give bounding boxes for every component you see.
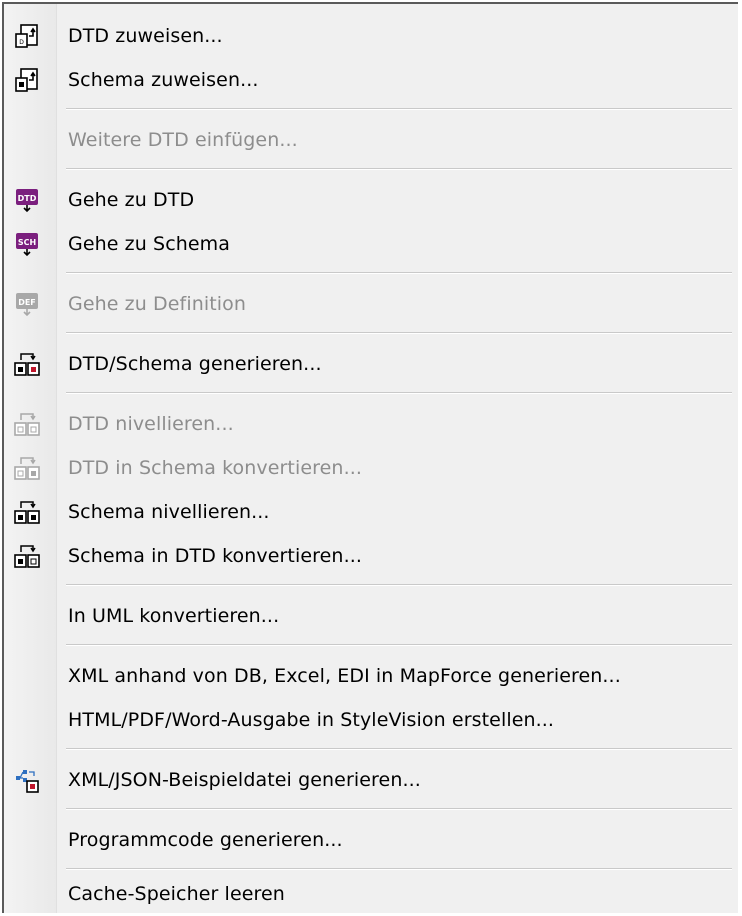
menu-item-label: Programmcode generieren... [68, 829, 343, 851]
menu-separator [66, 108, 732, 110]
def-icon: DEF [16, 293, 38, 317]
menu-item-label: Gehe zu Schema [68, 233, 231, 255]
menu-item-generate-sample[interactable]: XML/JSON-Beispieldatei generieren... [4, 758, 738, 802]
svg-text:SCH: SCH [18, 238, 36, 247]
menu-item-label: HTML/PDF/Word-Ausgabe in StyleVision ers… [68, 709, 555, 731]
menu-separator [66, 332, 732, 334]
menu-item-label: Schema in DTD konvertieren... [68, 545, 362, 567]
dtd-icon: DTD [16, 189, 38, 213]
menu-item-label: Weitere DTD einfügen... [68, 129, 298, 151]
menu-item-label: Schema zuweisen... [68, 69, 259, 91]
menu-separator [66, 808, 732, 810]
menu-separator [66, 644, 732, 646]
menu-item-label: XML/JSON-Beispieldatei generieren... [68, 769, 421, 791]
convert-dtd-icon [14, 457, 40, 480]
sch-icon: SCH [16, 233, 38, 257]
menu-item-flatten-dtd[interactable]: DTD nivellieren... [4, 402, 738, 446]
menu-separator [66, 868, 732, 870]
menu-item-convert-schema[interactable]: Schema in DTD konvertieren... [4, 534, 738, 578]
menu-item-label: Schema nivellieren... [68, 501, 270, 523]
convert-schema-icon [14, 545, 40, 568]
menu-item-label: Gehe zu DTD [68, 189, 195, 211]
menu-item-assign-dtd[interactable]: D DTD zuweisen... [4, 14, 738, 58]
menu-separator [66, 748, 732, 750]
menu-separator [66, 392, 732, 394]
assign-schema-icon [15, 68, 38, 92]
assign-dtd-icon: D [15, 24, 38, 48]
menu-item-flatten-schema[interactable]: Schema nivellieren... [4, 490, 738, 534]
menu-item-generate-schema[interactable]: DTD/Schema generieren... [4, 342, 738, 386]
menu-separator [66, 584, 732, 586]
menu-item-label: DTD nivellieren... [68, 413, 234, 435]
menu-item-stylevision[interactable]: HTML/PDF/Word-Ausgabe in StyleVision ers… [4, 698, 738, 742]
menu-item-label: DTD zuweisen... [68, 25, 223, 47]
menu-item-mapforce[interactable]: XML anhand von DB, Excel, EDI in MapForc… [4, 654, 738, 698]
menu-item-generate-code[interactable]: Programmcode generieren... [4, 818, 738, 862]
menu-item-convert-uml[interactable]: In UML konvertieren... [4, 594, 738, 638]
flatten-dtd-icon [14, 413, 40, 436]
menu-separator [66, 272, 732, 274]
menu-item-label: DTD in Schema konvertieren... [68, 457, 362, 479]
menu-item-goto-schema[interactable]: SCH Gehe zu Schema [4, 222, 738, 266]
menu-item-assign-schema[interactable]: Schema zuweisen... [4, 58, 738, 102]
menu-item-label: XML anhand von DB, Excel, EDI in MapForc… [68, 665, 621, 687]
menu-item-label: Gehe zu Definition [68, 293, 247, 315]
menu-item-label: In UML konvertieren... [68, 605, 280, 627]
context-menu: D DTD zuweisen... Schema zuweisen... Wei… [2, 2, 738, 913]
svg-text:DTD: DTD [18, 194, 37, 203]
menu-item-goto-definition[interactable]: DEF Gehe zu Definition [4, 282, 738, 326]
menu-item-label: DTD/Schema generieren... [68, 353, 322, 375]
sample-file-icon [16, 770, 39, 793]
menu-item-convert-dtd[interactable]: DTD in Schema konvertieren... [4, 446, 738, 490]
menu-item-insert-dtd[interactable]: Weitere DTD einfügen... [4, 118, 738, 162]
flatten-schema-icon [14, 501, 40, 524]
menu-item-label: Cache-Speicher leeren [68, 883, 285, 905]
svg-text:D: D [19, 39, 24, 46]
menu-separator [66, 168, 732, 170]
svg-text:DEF: DEF [18, 298, 36, 307]
menu-item-goto-dtd[interactable]: DTD Gehe zu DTD [4, 178, 738, 222]
generate-schema-icon [14, 353, 40, 376]
menu-item-clear-cache[interactable]: Cache-Speicher leeren [4, 872, 738, 916]
